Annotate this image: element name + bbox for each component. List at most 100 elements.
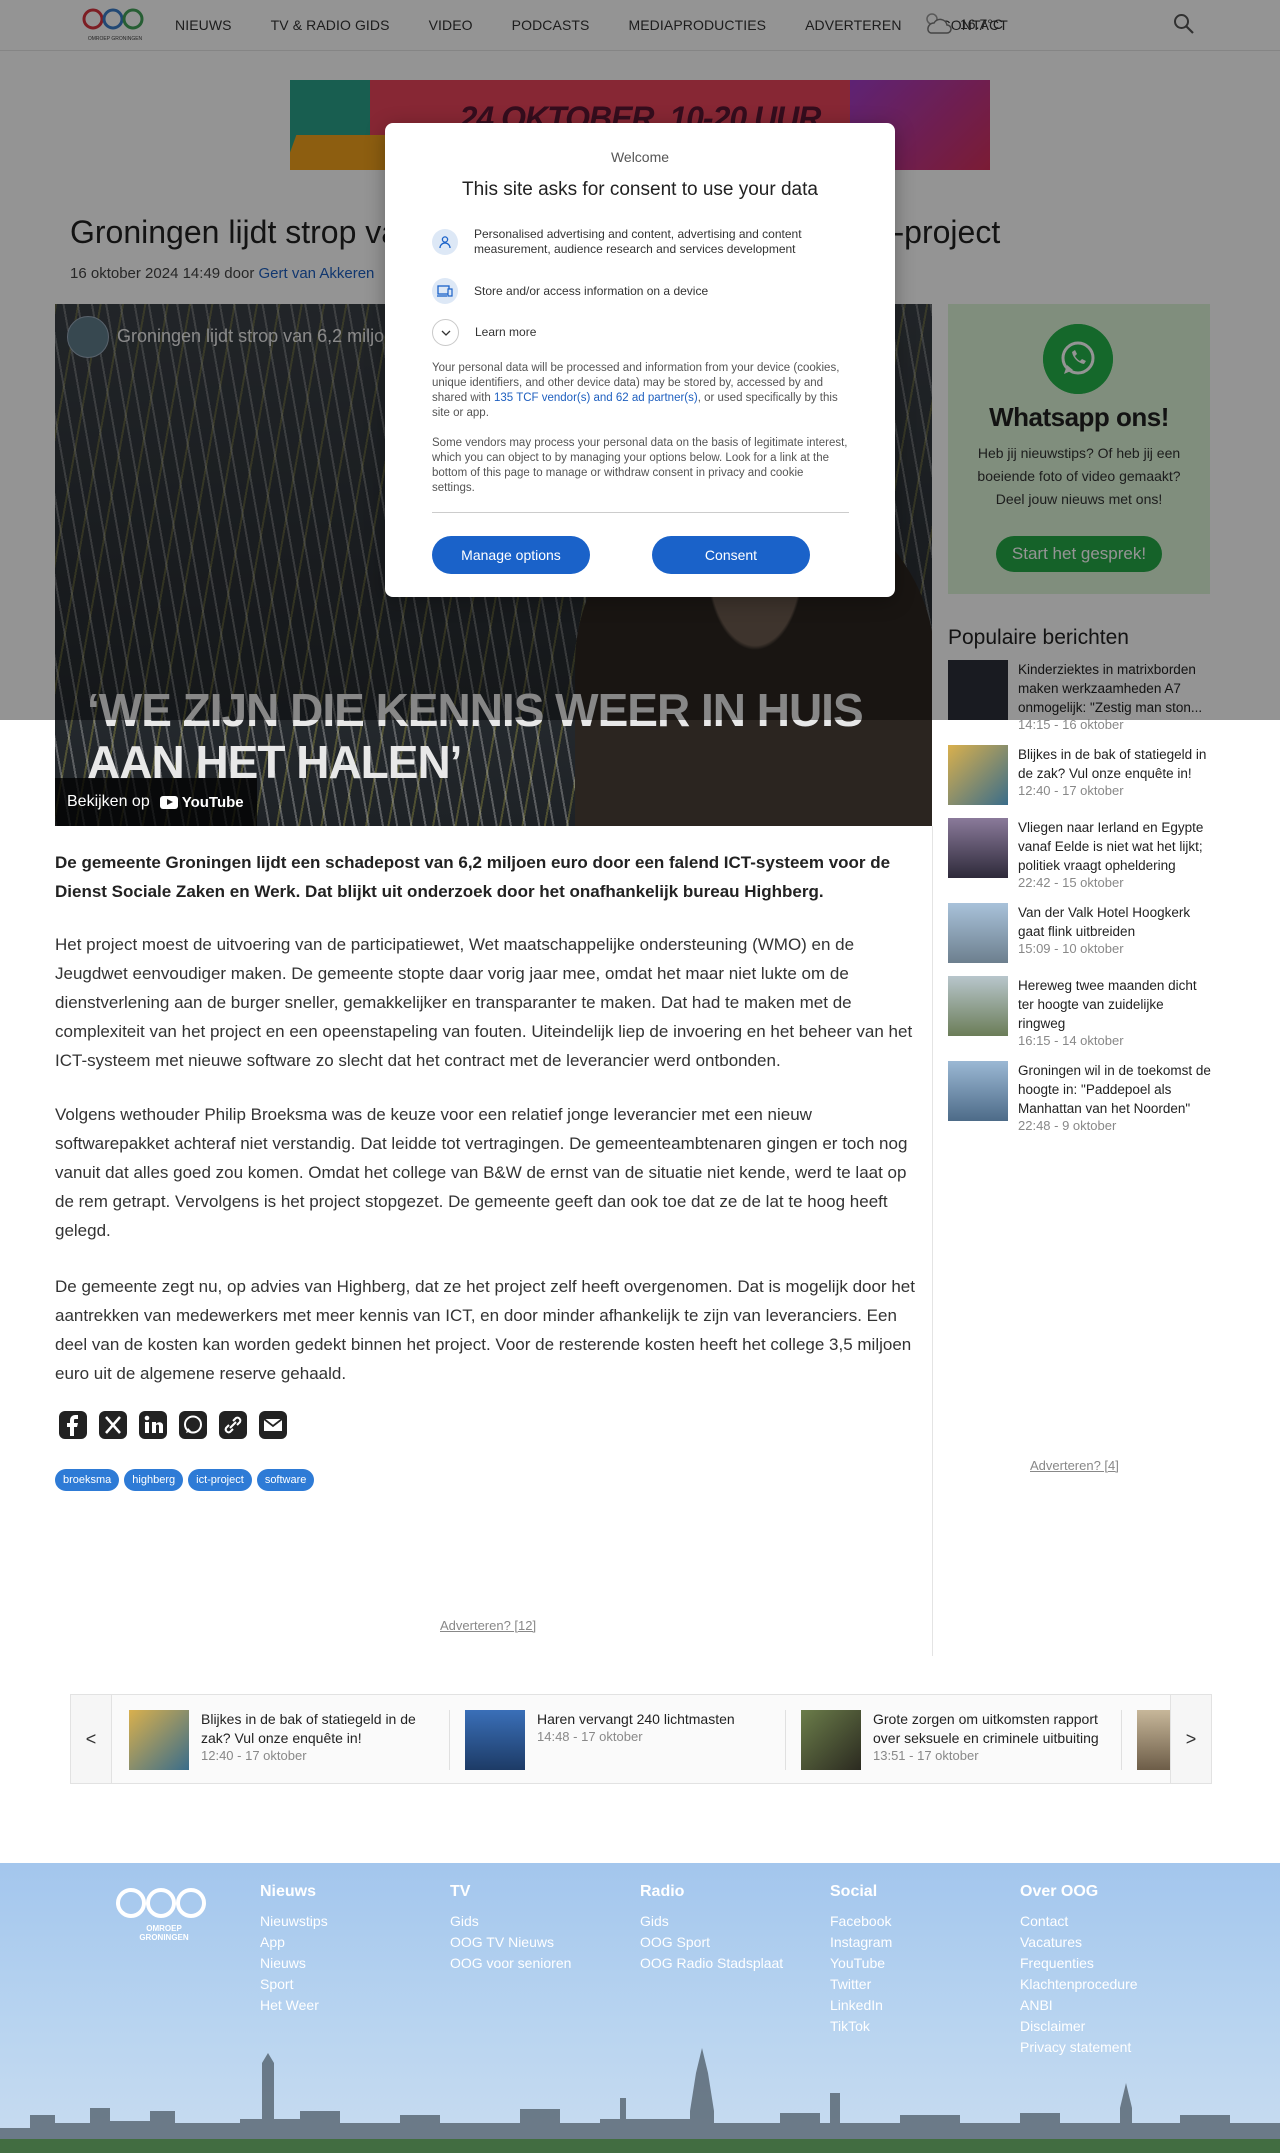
carousel-prev-button[interactable]: < <box>71 1695 112 1783</box>
footer-link[interactable]: LinkedIn <box>830 1997 892 2013</box>
post-title[interactable]: Van der Valk Hotel Hoogkerk gaat flink u… <box>1018 903 1213 941</box>
consent-purpose-text: Store and/or access information on a dev… <box>474 283 709 298</box>
carousel-next-button[interactable]: > <box>1170 1695 1211 1783</box>
tag-link[interactable]: software <box>256 1469 315 1491</box>
popular-post-item[interactable]: Van der Valk Hotel Hoogkerk gaat flink u… <box>948 903 1213 963</box>
carousel-item-time: 14:48 - 17 oktober <box>537 1729 643 1744</box>
footer-link[interactable]: App <box>260 1934 328 1950</box>
consent-purpose-item: Store and/or access information on a dev… <box>432 278 852 304</box>
learn-more-toggle[interactable]: Learn more <box>432 319 852 346</box>
footer-column-social: Social Facebook Instagram YouTube Twitte… <box>830 1883 892 2039</box>
footer-link[interactable]: Het Weer <box>260 1997 328 2013</box>
popular-post-item[interactable]: Vliegen naar Ierland en Egypte vanaf Eel… <box>948 818 1213 890</box>
footer-link[interactable]: Twitter <box>830 1976 892 1992</box>
footer-link[interactable]: Nieuws <box>260 1955 328 1971</box>
article-paragraph: Het project moest de uitvoering van de p… <box>55 935 913 1070</box>
footer-link[interactable]: Vacatures <box>1020 1934 1138 1950</box>
article-tags: broeksma highberg ict-project software <box>55 1469 315 1491</box>
svg-text:OMROEP: OMROEP <box>146 1924 182 1933</box>
post-thumbnail[interactable] <box>948 818 1008 878</box>
linkedin-icon[interactable] <box>138 1410 168 1440</box>
footer-column-title: TV <box>450 1883 471 1900</box>
site-footer: OMROEP GRONINGEN Nieuws Nieuwstips App N… <box>0 1863 1280 2153</box>
popular-post-item[interactable]: Hereweg twee maanden dicht ter hoogte va… <box>948 976 1213 1048</box>
consent-purpose-text: Personalised advertising and content, ad… <box>474 227 802 256</box>
carousel-separator <box>1121 1710 1122 1770</box>
advertise-link[interactable]: Adverteren? [12] <box>440 1618 536 1633</box>
carousel-item-title[interactable]: Grote zorgen om uitkomsten rapport over … <box>873 1710 1121 1748</box>
footer-link[interactable]: Sport <box>260 1976 328 1992</box>
footer-link[interactable]: Instagram <box>830 1934 892 1950</box>
whatsapp-share-icon[interactable] <box>178 1410 208 1440</box>
post-thumbnail[interactable] <box>948 903 1008 963</box>
post-thumbnail[interactable] <box>948 1061 1008 1121</box>
tag-link[interactable]: ict-project <box>188 1469 252 1491</box>
carousel-thumbnail[interactable] <box>801 1710 861 1770</box>
footer-link[interactable]: ANBI <box>1020 1997 1138 2013</box>
footer-link[interactable]: Frequenties <box>1020 1955 1138 1971</box>
footer-link[interactable]: Nieuwstips <box>260 1913 328 1929</box>
post-title[interactable]: Blijkes in de bak of statiegeld in de za… <box>1018 745 1213 783</box>
person-icon <box>432 229 458 255</box>
facebook-icon[interactable] <box>58 1410 88 1440</box>
email-icon[interactable] <box>258 1410 288 1440</box>
footer-link[interactable]: OOG Sport <box>640 1934 783 1950</box>
carousel-thumbnail-partial[interactable] <box>1137 1710 1171 1770</box>
post-thumbnail[interactable] <box>948 745 1008 805</box>
consent-button[interactable]: Consent <box>652 536 810 574</box>
footer-link[interactable]: Gids <box>640 1913 783 1929</box>
post-time: 22:48 - 9 oktober <box>1018 1118 1117 1133</box>
article-paragraph: Volgens wethouder Philip Broeksma was de… <box>55 1105 908 1240</box>
share-buttons <box>58 1410 288 1440</box>
footer-link[interactable]: Facebook <box>830 1913 892 1929</box>
article-lead: De gemeente Groningen lijdt een schadepo… <box>55 853 891 901</box>
post-title[interactable]: Vliegen naar Ierland en Egypte vanaf Eel… <box>1018 818 1213 875</box>
post-time: 16:15 - 14 oktober <box>1018 1033 1124 1048</box>
carousel-item-title[interactable]: Haren vervangt 240 lichtmasten <box>537 1710 735 1729</box>
footer-column-title: Social <box>830 1883 878 1900</box>
x-twitter-icon[interactable] <box>98 1410 128 1440</box>
carousel-thumbnail[interactable] <box>465 1710 525 1770</box>
footer-link[interactable]: Klachtenprocedure <box>1020 1976 1138 1992</box>
watch-on-youtube-button[interactable]: Bekijken op YouTube <box>55 778 257 826</box>
consent-purpose-item: Personalised advertising and content, ad… <box>432 227 852 257</box>
carousel-separator <box>449 1710 450 1770</box>
youtube-logo: YouTube <box>159 793 244 811</box>
footer-link[interactable]: YouTube <box>830 1955 892 1971</box>
carousel-item[interactable]: Blijkes in de bak of statiegeld in de za… <box>129 1710 449 1770</box>
post-title[interactable]: Hereweg twee maanden dicht ter hoogte va… <box>1018 976 1213 1033</box>
device-icon <box>432 278 458 304</box>
youtube-wordmark: YouTube <box>181 793 244 811</box>
post-time: 15:09 - 10 oktober <box>1018 941 1124 956</box>
popular-post-item[interactable]: Blijkes in de bak of statiegeld in de za… <box>948 745 1213 805</box>
footer-column-title: Over OOG <box>1020 1883 1099 1900</box>
vendors-link[interactable]: 135 TCF vendor(s) and 62 ad partner(s) <box>494 392 698 404</box>
watch-on-label: Bekijken op <box>67 793 150 810</box>
advertise-link-sidebar[interactable]: Adverteren? [4] <box>1030 1458 1119 1473</box>
carousel-thumbnail[interactable] <box>129 1710 189 1770</box>
footer-link[interactable]: OOG Radio Stadsplaat <box>640 1955 783 1971</box>
footer-link[interactable]: Gids <box>450 1913 571 1929</box>
consent-dialog: Welcome This site asks for consent to us… <box>385 123 895 597</box>
copy-link-icon[interactable] <box>218 1410 248 1440</box>
tag-link[interactable]: broeksma <box>55 1469 120 1491</box>
post-title[interactable]: Groningen wil in de toekomst de hoogte i… <box>1018 1061 1213 1118</box>
tag-link[interactable]: highberg <box>124 1469 184 1491</box>
post-time: 22:42 - 15 oktober <box>1018 875 1124 890</box>
svg-text:GRONINGEN: GRONINGEN <box>139 1933 189 1942</box>
post-time: 12:40 - 17 oktober <box>1018 783 1124 798</box>
carousel-item-title[interactable]: Blijkes in de bak of statiegeld in de za… <box>201 1710 449 1748</box>
chevron-down-icon[interactable] <box>432 319 459 346</box>
manage-options-button[interactable]: Manage options <box>432 536 590 574</box>
footer-link[interactable]: Contact <box>1020 1913 1138 1929</box>
carousel-item[interactable]: Haren vervangt 240 lichtmasten 14:48 - 17… <box>465 1710 785 1770</box>
carousel-item[interactable]: Grote zorgen om uitkomsten rapport over … <box>801 1710 1121 1770</box>
footer-column-title: Radio <box>640 1883 685 1900</box>
learn-more-label[interactable]: Learn more <box>475 325 536 340</box>
footer-link[interactable]: OOG voor senioren <box>450 1955 571 1971</box>
footer-oog-logo[interactable]: OMROEP GRONINGEN <box>114 1883 214 1943</box>
post-thumbnail[interactable] <box>948 976 1008 1036</box>
footer-link[interactable]: OOG TV Nieuws <box>450 1934 571 1950</box>
footer-column-title: Nieuws <box>260 1883 317 1900</box>
popular-post-item[interactable]: Groningen wil in de toekomst de hoogte i… <box>948 1061 1213 1133</box>
